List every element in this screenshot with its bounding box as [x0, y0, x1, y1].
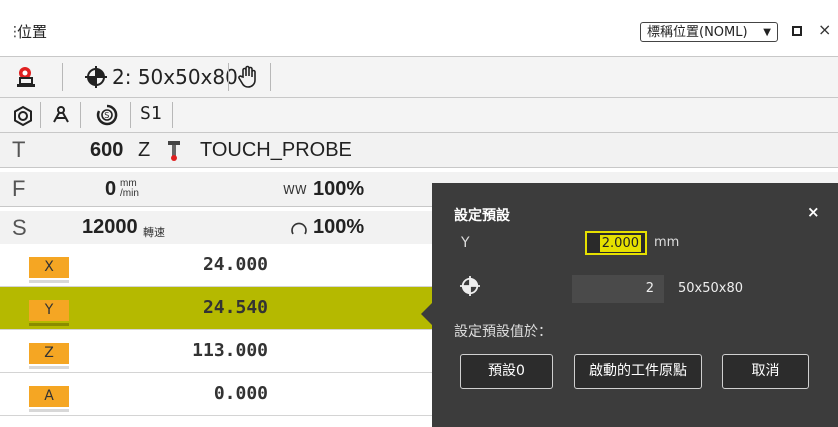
preset-value-text: 2.000 [599, 235, 641, 252]
set-preset-dialog: 設定預設 × Y 2.000 mm 2 50x50x80 設定預設值於： 預設0… [432, 183, 838, 427]
toolbar-divider [270, 63, 271, 91]
set-preset-at-label: 設定預設值於： [454, 324, 552, 340]
active-preset-label[interactable]: 2: 50x50x80 [112, 65, 238, 89]
tool-number: 600 [90, 139, 124, 161]
feed-unit-bottom: /min [120, 188, 139, 199]
toolbar-divider [172, 102, 173, 128]
toolbar-divider [40, 102, 41, 128]
preset-unit-label: mm [654, 235, 680, 250]
view-mode-label: 標稱位置(NOML) [647, 25, 748, 40]
spindle-override: 100% [313, 216, 365, 238]
window-title: 位置 [17, 23, 48, 41]
preset0-button[interactable]: 預設0 [460, 354, 553, 389]
svg-text:S: S [104, 111, 109, 120]
spindle-s1-label: S1 [140, 103, 162, 124]
dialog-title: 設定預設 [454, 208, 510, 224]
toolbar-divider [80, 102, 81, 128]
close-icon[interactable]: × [807, 203, 820, 221]
window-titlebar: ⋮ 位置 標稱位置(NOML) ▼ × [0, 0, 838, 57]
axis-position-value: 113.000 [192, 340, 268, 361]
tool-name: TOUCH_PROBE [200, 139, 352, 161]
tool-row: T 600 Z TOUCH_PROBE [0, 133, 838, 168]
spindle-letter: S [12, 215, 27, 240]
feed-value: 0 [105, 178, 117, 200]
axis-position-value: 24.000 [202, 254, 268, 275]
axis-underline [29, 409, 69, 412]
spindle-icon[interactable] [12, 105, 34, 127]
preset-toolbar: 2: 50x50x80 [0, 57, 838, 98]
speed-icon[interactable]: S [96, 104, 118, 126]
feed-override: 100% [313, 178, 365, 200]
axis-position-value: 24.540 [202, 297, 268, 318]
axis-label-badge: Z [29, 343, 69, 364]
probe-icon[interactable] [14, 65, 42, 89]
close-icon[interactable]: × [818, 20, 831, 39]
preset-value-input[interactable]: 2.000 [585, 231, 647, 255]
axis-label-badge: A [29, 386, 69, 407]
hand-icon[interactable] [238, 65, 258, 89]
toolbar-divider [130, 102, 131, 128]
tool-axis: Z [138, 139, 151, 161]
preset-target-icon [460, 276, 480, 296]
preset-name-label: 50x50x80 [678, 281, 744, 296]
axis-underline [29, 323, 69, 326]
axis-label-badge: X [29, 257, 69, 278]
spindle-override-icon [291, 222, 307, 235]
feed-letter: F [12, 176, 26, 201]
status-toolbar: S S1 [0, 98, 838, 133]
toolbar-divider [62, 63, 63, 91]
chevron-down-icon: ▼ [763, 27, 771, 38]
popup-pointer [421, 303, 432, 325]
dialog-axis-label: Y [461, 235, 470, 251]
active-origin-button[interactable]: 啟動的工件原點 [574, 354, 702, 389]
tool-letter: T [12, 137, 26, 162]
maximize-icon[interactable] [792, 26, 802, 36]
spindle-value: 12000 [82, 216, 138, 238]
tool-probe-icon [168, 141, 180, 161]
preset-target-icon [85, 66, 107, 88]
toolbar-divider [228, 63, 229, 91]
view-mode-dropdown[interactable]: 標稱位置(NOML) ▼ [640, 22, 778, 42]
kinematics-icon[interactable] [50, 104, 72, 126]
spindle-unit: 轉速 [143, 227, 165, 239]
cancel-button[interactable]: 取消 [722, 354, 809, 389]
preset-number-field[interactable]: 2 [572, 275, 664, 303]
axis-underline [29, 366, 69, 369]
axis-label-badge: Y [29, 300, 69, 321]
feed-override-icon: WW [283, 183, 307, 197]
axis-underline [29, 280, 69, 283]
axis-position-value: 0.000 [213, 383, 268, 404]
